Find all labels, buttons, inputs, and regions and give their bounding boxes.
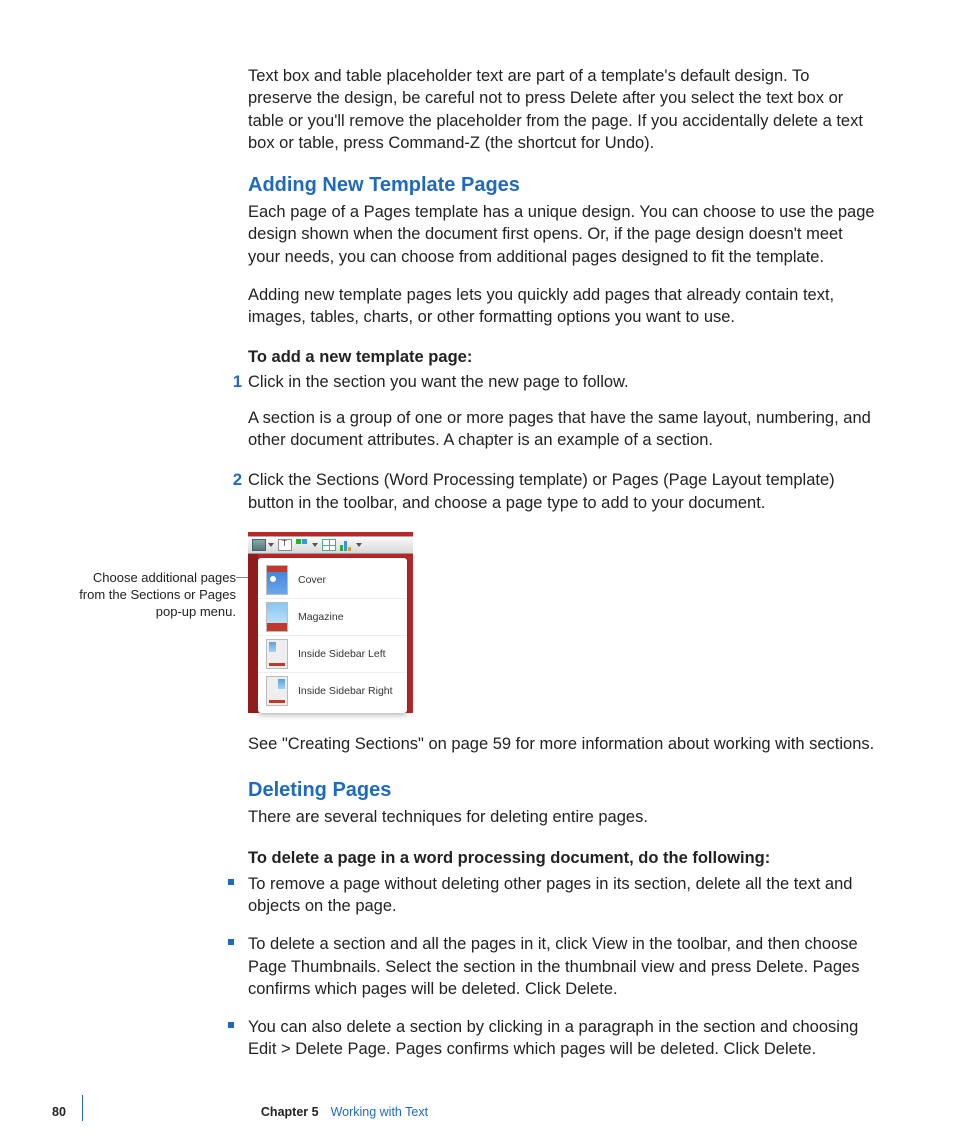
textbox-icon: [278, 539, 292, 551]
menu-item-cover[interactable]: Cover: [258, 562, 407, 599]
thumbnail-cover: [266, 565, 288, 595]
menu-label: Inside Sidebar Left: [298, 647, 386, 661]
menu-label: Magazine: [298, 610, 344, 624]
intro-paragraph: Text box and table placeholder text are …: [248, 65, 878, 154]
figure-callout: Choose additional pages from the Section…: [76, 570, 236, 621]
figure-red-stripe: [248, 554, 258, 713]
step-1-sub: A section is a group of one or more page…: [248, 407, 878, 452]
thumbnail-sidebar-right: [266, 676, 288, 706]
bullet-3-text: You can also delete a section by clickin…: [248, 1018, 858, 1058]
add-steps-list: 1 Click in the section you want the new …: [248, 371, 878, 514]
document-page: Text box and table placeholder text are …: [0, 0, 954, 1145]
adding-p2: Adding new template pages lets you quick…: [248, 284, 878, 329]
sections-icon: [252, 539, 266, 551]
menu-label: Inside Sidebar Right: [298, 684, 393, 698]
bullet-2-text: To delete a section and all the pages in…: [248, 935, 859, 998]
footer-separator: [82, 1095, 83, 1121]
task-heading-delete: To delete a page in a word processing do…: [248, 847, 878, 869]
section-heading-adding: Adding New Template Pages: [248, 172, 878, 199]
bullet-icon: [228, 879, 234, 885]
bullet-icon: [228, 1022, 234, 1028]
thumbnail-magazine: [266, 602, 288, 632]
section-heading-deleting: Deleting Pages: [248, 777, 878, 804]
step-1: 1 Click in the section you want the new …: [248, 371, 878, 452]
main-content: Text box and table placeholder text are …: [248, 65, 878, 1061]
step-1-text: Click in the section you want the new pa…: [248, 371, 878, 393]
after-figure-paragraph: See "Creating Sections" on page 59 for m…: [248, 733, 878, 755]
page-footer: 80 Chapter 5 Working with Text: [52, 1099, 428, 1125]
page-number: 80: [52, 1104, 66, 1121]
shapes-icon: [296, 539, 310, 551]
bullet-1: To remove a page without deleting other …: [248, 873, 878, 918]
task-heading-add: To add a new template page:: [248, 346, 878, 368]
step-number: 1: [220, 371, 242, 393]
chapter-label: Chapter 5: [261, 1104, 319, 1121]
figure-wrap: Choose additional pages from the Section…: [248, 532, 878, 713]
menu-item-inside-sidebar-left[interactable]: Inside Sidebar Left: [258, 636, 407, 673]
bullet-1-text: To remove a page without deleting other …: [248, 875, 852, 915]
dropdown-icon: [356, 543, 362, 547]
chapter-title: Working with Text: [331, 1104, 429, 1121]
sections-menu-figure: Cover Magazine Inside Sidebar Left Insid…: [248, 532, 413, 713]
step-2: 2 Click the Sections (Word Processing te…: [248, 469, 878, 514]
menu-item-magazine[interactable]: Magazine: [258, 599, 407, 636]
delete-bullets: To remove a page without deleting other …: [248, 873, 878, 1061]
thumbnail-sidebar-left: [266, 639, 288, 669]
chart-icon: [340, 539, 354, 551]
dropdown-icon: [312, 543, 318, 547]
figure-toolbar: [248, 536, 413, 554]
deleting-p1: There are several techniques for deletin…: [248, 806, 878, 828]
bullet-icon: [228, 939, 234, 945]
callout-text: Choose additional pages from the Section…: [79, 570, 236, 619]
bullet-2: To delete a section and all the pages in…: [248, 933, 878, 1000]
bullet-3: You can also delete a section by clickin…: [248, 1016, 878, 1061]
sections-popup-menu[interactable]: Cover Magazine Inside Sidebar Left Insid…: [258, 558, 407, 713]
step-2-text: Click the Sections (Word Processing temp…: [248, 469, 878, 514]
menu-label: Cover: [298, 573, 326, 587]
dropdown-icon: [268, 543, 274, 547]
step-number: 2: [220, 469, 242, 491]
menu-item-inside-sidebar-right[interactable]: Inside Sidebar Right: [258, 673, 407, 709]
table-icon: [322, 539, 336, 551]
adding-p1: Each page of a Pages template has a uniq…: [248, 201, 878, 268]
